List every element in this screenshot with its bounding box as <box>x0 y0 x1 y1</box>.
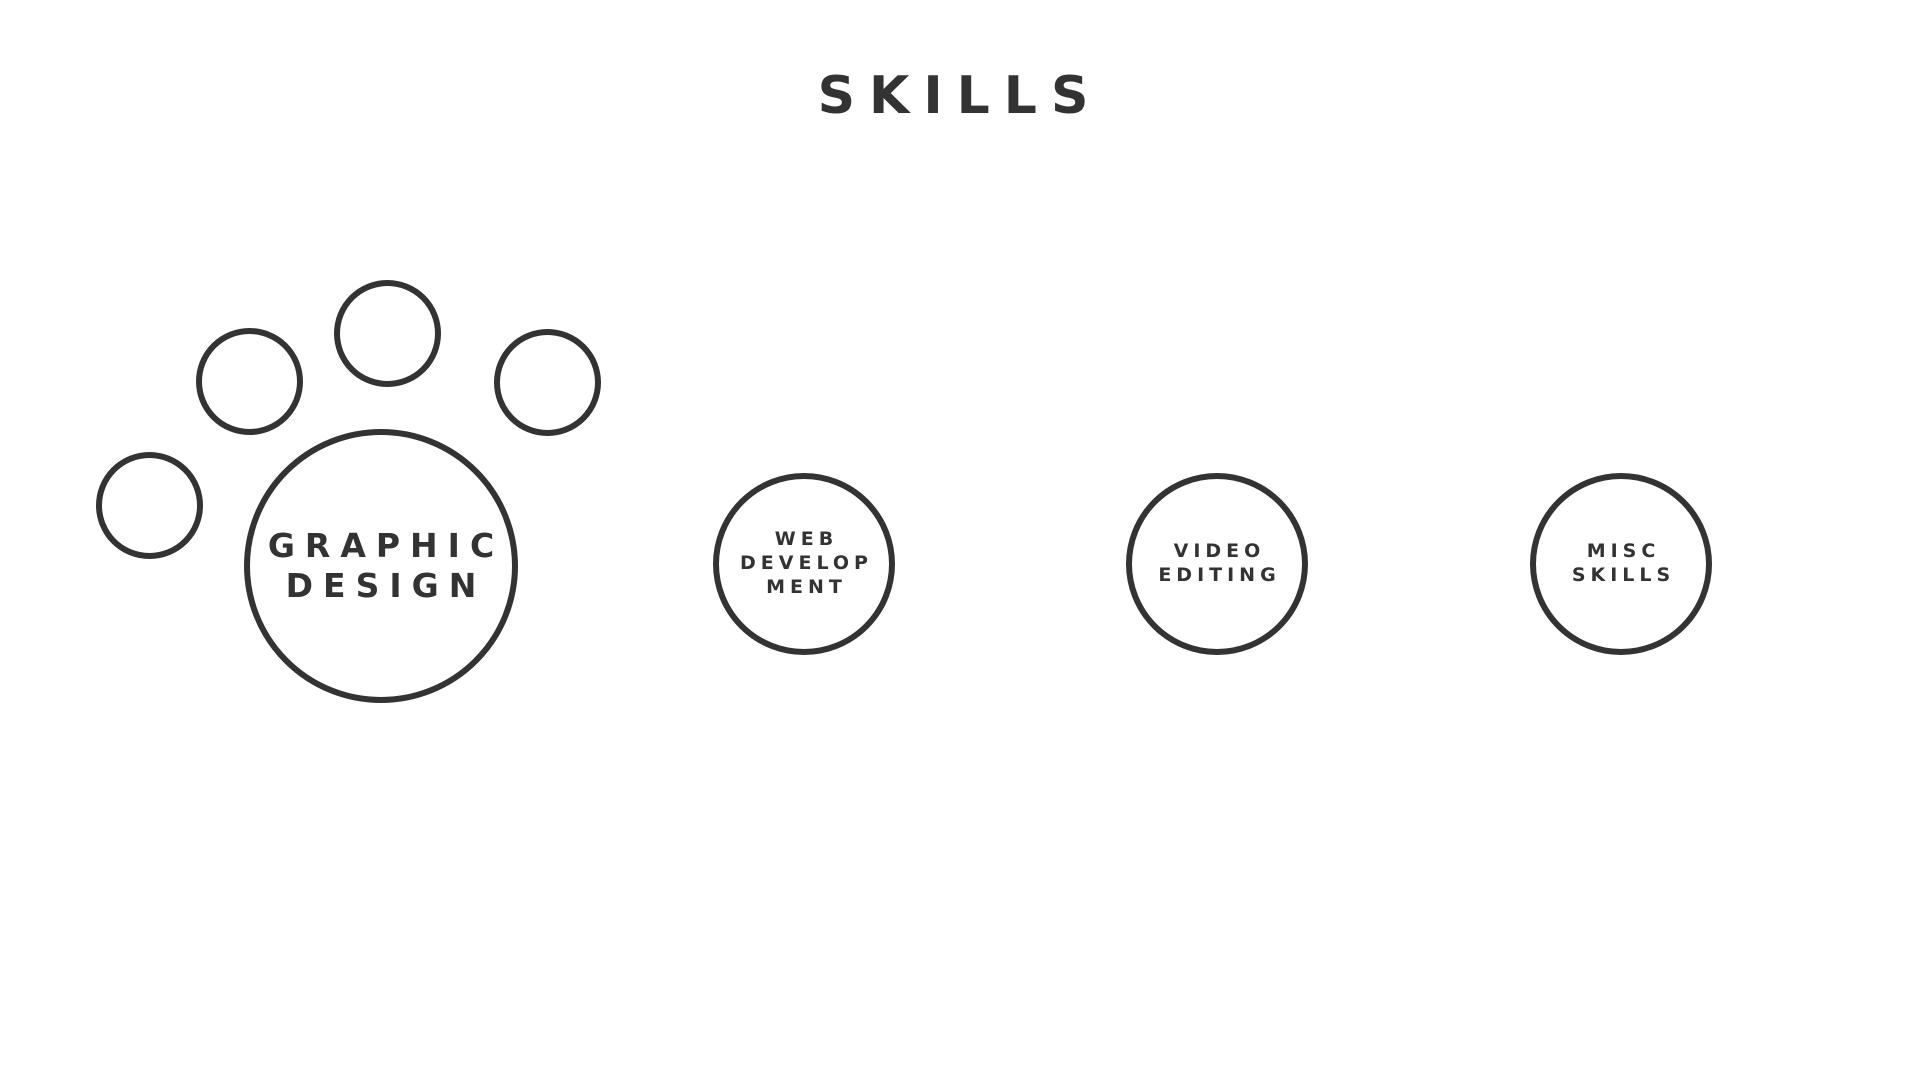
graphic-subskill-circle-3[interactable] <box>334 280 441 387</box>
page-title: SKILLS <box>817 66 1103 126</box>
skill-label: MISC SKILLS <box>1571 540 1676 586</box>
graphic-subskill-circle-1[interactable] <box>96 452 203 559</box>
skill-misc-skills-button[interactable]: MISC SKILLS <box>1530 473 1712 655</box>
skill-label: VIDEO EDITING <box>1158 540 1281 586</box>
skill-video-editing-button[interactable]: VIDEO EDITING <box>1126 473 1308 655</box>
graphic-subskill-circle-2[interactable] <box>196 328 303 435</box>
skill-web-development-button[interactable]: WEB DEVELOP MENT <box>713 473 895 655</box>
skill-graphic-design-button[interactable]: GRAPHIC DESIGN <box>244 429 518 703</box>
skill-label: GRAPHIC DESIGN <box>267 526 505 605</box>
skill-label: WEB DEVELOP MENT <box>740 528 873 598</box>
graphic-subskill-circle-4[interactable] <box>494 329 601 436</box>
